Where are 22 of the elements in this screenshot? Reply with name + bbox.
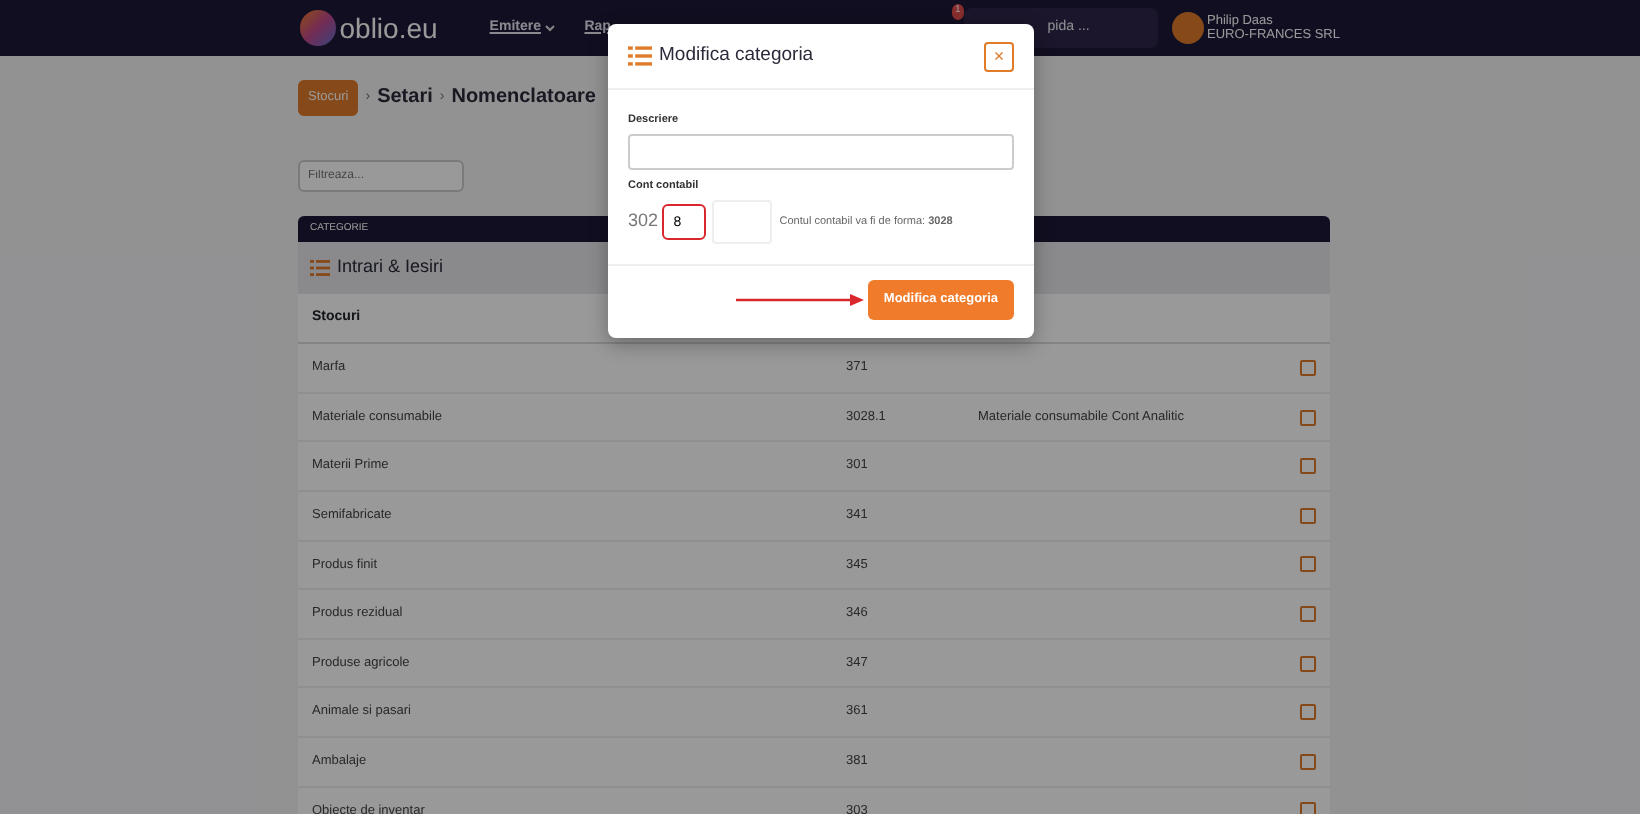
breadcrumb-item[interactable]: Nomenclatoare — [451, 82, 596, 113]
list-icon — [310, 260, 330, 276]
edit-icon[interactable] — [1300, 507, 1316, 524]
edit-icon[interactable] — [1300, 556, 1316, 573]
close-button[interactable]: × — [984, 41, 1014, 71]
edit-icon[interactable] — [1300, 753, 1316, 770]
avatar-icon[interactable] — [1171, 12, 1204, 44]
logo-icon[interactable] — [300, 10, 336, 46]
brand-name[interactable]: oblio.eu — [339, 7, 438, 49]
edit-icon[interactable] — [1300, 606, 1316, 623]
edit-icon[interactable] — [1300, 802, 1316, 814]
edit-icon[interactable] — [1300, 655, 1316, 672]
edit-icon[interactable] — [1300, 704, 1316, 721]
breadcrumb-item[interactable]: Setari — [377, 82, 433, 113]
section-title: Intrari & Iesiri — [337, 254, 444, 281]
input-field[interactable] — [628, 134, 1014, 171]
modal-title: Modifica categoria — [659, 41, 816, 70]
list-icon — [628, 46, 652, 66]
edit-icon[interactable] — [1300, 458, 1316, 475]
edit-icon[interactable] — [1300, 409, 1316, 426]
caret-icon — [544, 24, 557, 32]
edit-icon[interactable] — [1300, 360, 1316, 377]
